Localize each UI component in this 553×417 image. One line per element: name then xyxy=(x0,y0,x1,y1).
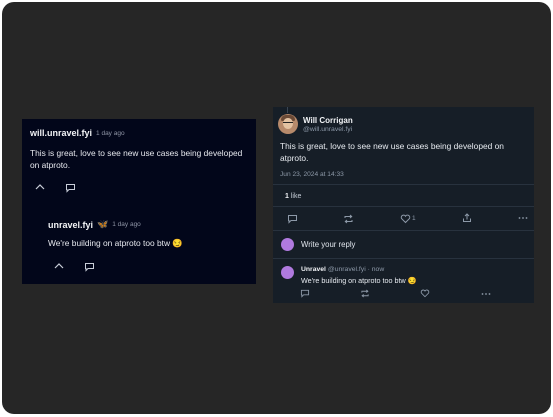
reply-icon[interactable] xyxy=(300,289,310,298)
divider xyxy=(273,184,534,185)
upvote-chevron-up-icon[interactable] xyxy=(35,183,45,191)
reply-header: Unravel @unravel.fyi · now xyxy=(301,266,384,273)
repost-icon[interactable] xyxy=(360,289,370,298)
thread-line xyxy=(287,107,288,113)
author-avatar[interactable] xyxy=(278,114,298,134)
reply-text: We're building on atproto too btw 😏 xyxy=(301,276,417,285)
reply-timestamp: 1 day ago xyxy=(112,221,141,228)
comment-author-handle[interactable]: will.unravel.fyi xyxy=(30,128,92,138)
reply-composer[interactable]: Write your reply xyxy=(273,233,534,255)
reply-time: · now xyxy=(367,266,385,273)
divider xyxy=(273,258,534,259)
current-user-avatar xyxy=(281,238,294,251)
more-options-icon[interactable] xyxy=(481,292,491,296)
share-icon[interactable] xyxy=(462,213,472,223)
likes-summary[interactable]: 1 like xyxy=(285,193,301,200)
more-options-icon[interactable] xyxy=(518,216,528,220)
likes-count: 1 xyxy=(285,193,289,200)
divider xyxy=(273,206,534,207)
divider xyxy=(273,230,534,231)
reply-author-name[interactable]: Unravel xyxy=(301,266,326,273)
post-author-name[interactable]: Will Corrigan xyxy=(303,116,353,125)
reply-author-handle[interactable]: @unravel.fyi xyxy=(328,266,366,273)
reply-author-handle[interactable]: unravel.fyi xyxy=(48,220,93,230)
reply-icon[interactable] xyxy=(287,214,298,224)
reply-author-avatar[interactable] xyxy=(281,266,294,279)
comment-timestamp: 1 day ago xyxy=(96,129,125,137)
likes-label: like xyxy=(290,193,302,200)
reply-placeholder[interactable]: Write your reply xyxy=(301,240,355,249)
post-date: Jun 23, 2024 at 14:33 xyxy=(280,171,344,178)
unravel-comment-card: will.unravel.fyi 1 day ago This is great… xyxy=(22,119,256,284)
post-author-handle[interactable]: @will.unravel.fyi xyxy=(303,126,352,133)
reply-actions xyxy=(273,289,534,299)
reply-comment-icon[interactable] xyxy=(65,183,76,193)
like-heart-icon[interactable] xyxy=(420,289,430,298)
reply-text: We're building on atproto too btw 😏 xyxy=(48,238,183,248)
post-text: This is great, love to see new use cases… xyxy=(280,141,504,163)
reply-upvote-chevron-up-icon[interactable] xyxy=(54,262,64,270)
reply-header: unravel.fyi 🦋 1 day ago xyxy=(48,219,141,230)
butterfly-badge-icon: 🦋 xyxy=(97,219,109,229)
comment-header: will.unravel.fyi 1 day ago xyxy=(30,128,125,138)
repost-icon[interactable] xyxy=(343,214,354,224)
bluesky-post-card: Will Corrigan @will.unravel.fyi This is … xyxy=(273,107,534,303)
screenshot-frame: will.unravel.fyi 1 day ago This is great… xyxy=(2,2,551,414)
like-heart-icon[interactable] xyxy=(400,214,411,224)
post-actions: 1 xyxy=(273,213,534,225)
reply-reply-comment-icon[interactable] xyxy=(84,262,95,272)
comment-text: This is great, love to see new use cases… xyxy=(30,148,243,170)
like-count: 1 xyxy=(412,215,416,222)
